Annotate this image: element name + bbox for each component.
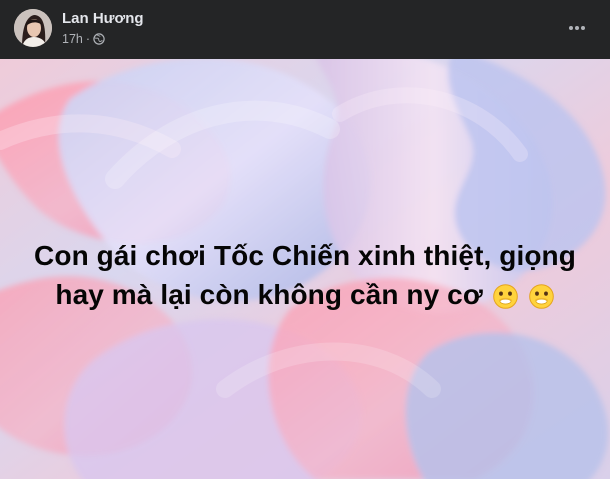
more-options-icon [569, 26, 585, 30]
post-timestamp[interactable]: 17h [62, 31, 83, 47]
more-options-button[interactable] [562, 13, 592, 43]
post-text: Con gái chơi Tốc Chiến xinh thiệt, giọng… [22, 236, 588, 314]
author-name[interactable]: Lan Hương [62, 10, 144, 28]
meta-separator: · [85, 32, 91, 46]
avatar-image [14, 9, 52, 47]
globe-icon [93, 33, 105, 45]
post-background: Con gái chơi Tốc Chiến xinh thiệt, giọng… [0, 59, 610, 479]
face-with-hand-over-mouth-emoji [528, 281, 555, 309]
face-with-hand-over-mouth-emoji [492, 281, 519, 309]
author-avatar[interactable] [14, 9, 52, 47]
post-meta: 17h · [62, 31, 105, 47]
post-header: Lan Hương 17h · [0, 0, 610, 56]
